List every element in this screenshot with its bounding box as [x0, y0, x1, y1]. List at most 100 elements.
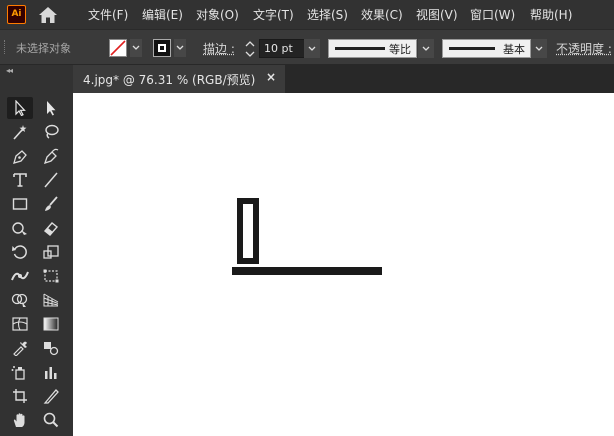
perspective-grid-icon	[43, 293, 59, 307]
stroke-label[interactable]: 描边 :	[203, 40, 235, 57]
magic-wand-tool[interactable]	[7, 121, 33, 143]
brush-definition-select[interactable]: 基本	[442, 39, 531, 58]
menu-help[interactable]: 帮助(H)	[530, 6, 572, 23]
document-tab-title: 4.jpg* @ 76.31 % (RGB/预览)	[83, 73, 256, 87]
magic-wand-icon	[13, 125, 27, 140]
column-graph-icon	[45, 367, 57, 379]
menu-effect[interactable]: 效果(C)	[361, 6, 403, 23]
menu-select[interactable]: 选择(S)	[307, 6, 348, 23]
stroke-swatch[interactable]	[153, 39, 171, 57]
panel-grip[interactable]	[4, 40, 7, 54]
stroke-weight-input[interactable]: 10 pt	[259, 39, 305, 58]
fill-dropdown[interactable]	[130, 39, 142, 57]
shape-builder-tool[interactable]	[7, 289, 33, 311]
pen-tool[interactable]	[7, 145, 33, 167]
scale-tool[interactable]	[38, 241, 64, 263]
free-transform-tool[interactable]	[38, 265, 64, 287]
app-logo: Ai	[7, 5, 26, 24]
home-icon[interactable]	[38, 6, 58, 24]
chevron-up-icon	[245, 41, 255, 47]
paintbrush-tool[interactable]	[38, 193, 64, 215]
width-tool-icon	[11, 271, 29, 281]
chevron-down-icon	[245, 51, 255, 57]
menu-type[interactable]: 文字(T)	[253, 6, 294, 23]
column-graph-tool[interactable]	[38, 361, 64, 383]
menu-edit[interactable]: 编辑(E)	[142, 6, 183, 23]
rotate-tool[interactable]	[7, 241, 33, 263]
hand-icon	[13, 413, 25, 427]
selection-status: 未选择对象	[16, 42, 71, 55]
stroke-indicator-icon	[158, 44, 166, 52]
slice-tool[interactable]	[38, 385, 64, 407]
line-segment-icon	[44, 172, 58, 188]
direct-selection-tool[interactable]	[38, 97, 64, 119]
opacity-label[interactable]: 不透明度 :	[556, 40, 612, 57]
gradient-tool[interactable]	[38, 313, 64, 335]
menu-file[interactable]: 文件(F)	[88, 6, 128, 23]
free-transform-icon	[43, 269, 59, 283]
variable-width-profile-value: 等比	[389, 43, 411, 56]
menu-window[interactable]: 窗口(W)	[470, 6, 515, 23]
hand-tool[interactable]	[7, 409, 33, 431]
chevron-down-icon	[535, 46, 543, 51]
type-tool[interactable]	[7, 169, 33, 191]
paintbrush-icon	[45, 196, 58, 211]
zoom-tool[interactable]	[38, 409, 64, 431]
stroke-dropdown[interactable]	[174, 39, 186, 57]
chevron-down-icon	[132, 45, 140, 50]
gradient-icon	[43, 317, 59, 331]
chevron-down-icon	[422, 46, 430, 51]
rectangle-icon	[12, 198, 28, 210]
lasso-tool[interactable]	[38, 121, 64, 143]
variable-width-profile-dropdown[interactable]	[418, 39, 434, 58]
document-tab-bar: 4.jpg* @ 76.31 % (RGB/预览) ×	[73, 65, 614, 93]
width-tool[interactable]	[7, 265, 33, 287]
stroke-weight-stepper[interactable]	[243, 39, 257, 59]
brush-definition-dropdown[interactable]	[531, 39, 547, 58]
document-tab[interactable]: 4.jpg* @ 76.31 % (RGB/预览) ×	[73, 65, 285, 93]
blend-icon	[44, 342, 59, 356]
slice-knife-icon	[43, 389, 59, 404]
mesh-tool[interactable]	[7, 313, 33, 335]
rectangle-tool[interactable]	[7, 193, 33, 215]
tools-panel: ◂◂	[0, 65, 71, 436]
line-segment-tool[interactable]	[38, 169, 64, 191]
control-bar: 未选择对象 描边 : 10 pt 等比 基本 不透明度 :	[0, 29, 614, 65]
menu-object[interactable]: 对象(O)	[196, 6, 239, 23]
artboard-canvas[interactable]	[73, 93, 614, 436]
pen-nib-icon	[13, 150, 27, 164]
artwork-frame-opening	[243, 204, 253, 258]
mesh-icon	[12, 317, 28, 331]
scale-icon	[43, 245, 59, 259]
profile-preview-line	[335, 47, 385, 50]
brush-preview-line	[449, 47, 495, 50]
artboard-icon	[13, 389, 27, 403]
perspective-grid-tool[interactable]	[38, 289, 64, 311]
curvature-tool[interactable]	[38, 145, 64, 167]
eyedropper-icon	[13, 341, 27, 356]
lasso-icon	[45, 124, 59, 139]
none-swatch-icon	[110, 40, 126, 56]
symbol-sprayer-tool[interactable]	[7, 361, 33, 383]
artwork-horizontal-bar[interactable]	[232, 267, 382, 275]
fill-swatch[interactable]	[109, 39, 127, 57]
artwork	[232, 198, 382, 275]
variable-width-profile-select[interactable]: 等比	[328, 39, 417, 58]
menu-bar: Ai 文件(F) 编辑(E) 对象(O) 文字(T) 选择(S) 效果(C) 视…	[0, 0, 614, 29]
stroke-weight-dropdown[interactable]	[304, 39, 320, 58]
shaper-tool[interactable]	[7, 217, 33, 239]
magnifier-icon	[43, 412, 59, 428]
selection-tool[interactable]	[7, 97, 33, 119]
type-t-icon	[13, 173, 27, 187]
close-tab-button[interactable]: ×	[266, 70, 276, 84]
collapse-panel-button[interactable]: ◂◂	[6, 66, 13, 75]
artboard-tool[interactable]	[7, 385, 33, 407]
symbol-sprayer-icon	[11, 366, 25, 380]
eraser-tool[interactable]	[38, 217, 64, 239]
blend-tool[interactable]	[38, 337, 64, 359]
brush-definition-value: 基本	[503, 43, 525, 56]
menu-view[interactable]: 视图(V)	[416, 6, 458, 23]
eyedropper-tool[interactable]	[7, 337, 33, 359]
eraser-icon	[43, 222, 59, 236]
shape-builder-icon	[11, 293, 28, 307]
